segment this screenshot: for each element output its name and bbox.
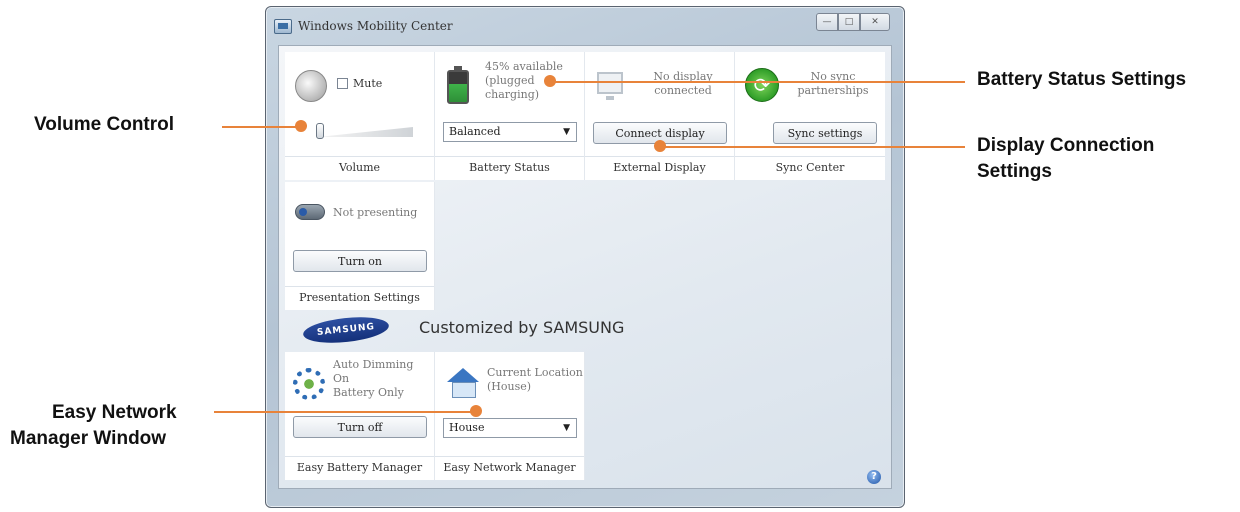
close-button[interactable]: ✕ <box>860 13 890 31</box>
easy-network-callout-line2: Manager Window <box>10 428 167 449</box>
battery-callout-dot <box>544 75 556 87</box>
display-connection-callout-line2: Settings <box>977 161 1052 182</box>
display-callout-dot <box>654 140 666 152</box>
turn-on-button[interactable]: Turn on <box>293 250 427 272</box>
location-value: House <box>449 421 485 434</box>
easy-network-manager-label: Easy Network Manager <box>435 456 584 480</box>
chevron-down-icon: ▼ <box>563 423 570 433</box>
window-title: Windows Mobility Center <box>298 19 453 33</box>
easy-battery-status-line1: Auto Dimming <box>333 358 414 371</box>
easy-network-callout-line1: Easy Network <box>52 402 177 423</box>
sync-center-tile-label: Sync Center <box>735 156 885 180</box>
battery-status-line1: 45% available <box>485 60 563 73</box>
network-callout-dot <box>470 405 482 417</box>
maximize-button[interactable]: □ <box>838 13 860 31</box>
help-icon[interactable]: ? <box>867 470 881 484</box>
easy-network-manager-tile: Current Location (House) House ▼ Easy Ne… <box>435 352 585 480</box>
volume-slider-track[interactable] <box>318 127 413 137</box>
easy-battery-status-line3: Battery Only <box>333 386 404 399</box>
presentation-status: Not presenting <box>333 206 418 219</box>
presentation-tile: Not presenting Turn on Presentation Sett… <box>285 182 435 310</box>
power-plan-value: Balanced <box>449 125 501 138</box>
gear-icon[interactable] <box>293 368 325 400</box>
battery-status-callout: Battery Status Settings <box>977 69 1187 90</box>
battery-tile-label: Battery Status <box>435 156 584 180</box>
volume-tile-label: Volume <box>285 156 434 180</box>
mute-label: Mute <box>353 77 383 90</box>
samsung-heading: Customized by SAMSUNG <box>419 318 625 337</box>
title-bar[interactable]: Windows Mobility Center — □ ✕ <box>266 7 904 45</box>
network-callout-line <box>214 411 476 413</box>
mobility-center-icon <box>274 19 292 34</box>
mute-checkbox[interactable] <box>337 78 348 89</box>
power-plan-select[interactable]: Balanced ▼ <box>443 122 577 142</box>
sync-status-line2: partnerships <box>797 84 869 97</box>
caption-buttons: — □ ✕ <box>816 13 890 31</box>
location-select[interactable]: House ▼ <box>443 418 577 438</box>
volume-control-callout: Volume Control <box>34 114 175 135</box>
volume-callout-line <box>222 126 300 128</box>
external-display-tile: No display connected Connect display Ext… <box>585 52 735 180</box>
volume-tile: Mute Volume <box>285 52 435 180</box>
projector-icon[interactable] <box>295 204 325 220</box>
display-callout-line <box>660 146 965 148</box>
external-display-tile-label: External Display <box>585 156 734 180</box>
display-status-line2: connected <box>654 84 712 97</box>
turn-off-button[interactable]: Turn off <box>293 416 427 438</box>
monitor-icon[interactable] <box>597 72 623 100</box>
sync-icon[interactable]: ⟳ <box>745 68 779 102</box>
network-status-line2: (House) <box>487 380 532 393</box>
chevron-down-icon: ▼ <box>563 127 570 137</box>
presentation-tile-label: Presentation Settings <box>285 286 434 310</box>
battery-callout-line <box>550 81 965 83</box>
volume-slider-thumb[interactable] <box>316 123 324 139</box>
minimize-button[interactable]: — <box>816 13 838 31</box>
easy-battery-status-line2: On <box>333 372 350 385</box>
battery-status-line2: (plugged <box>485 74 535 87</box>
speaker-icon[interactable] <box>295 70 327 102</box>
sync-settings-button[interactable]: Sync settings <box>773 122 877 144</box>
battery-icon[interactable] <box>447 66 469 104</box>
tile-area: Mute Volume 45% available (plugged charg… <box>278 45 892 489</box>
volume-callout-dot <box>295 120 307 132</box>
samsung-logo: SAMSUNG <box>301 313 391 347</box>
display-connection-callout-line1: Display Connection <box>977 135 1155 156</box>
network-status-line1: Current Location <box>487 366 583 379</box>
easy-battery-manager-label: Easy Battery Manager <box>285 456 434 480</box>
house-icon[interactable] <box>447 368 479 398</box>
sync-center-tile: ⟳ No sync partnerships Sync settings Syn… <box>735 52 885 180</box>
battery-status-line3: charging) <box>485 88 540 101</box>
easy-battery-manager-tile: Auto Dimming On Battery Only Turn off Ea… <box>285 352 435 480</box>
battery-tile: 45% available (plugged charging) Balance… <box>435 52 585 180</box>
